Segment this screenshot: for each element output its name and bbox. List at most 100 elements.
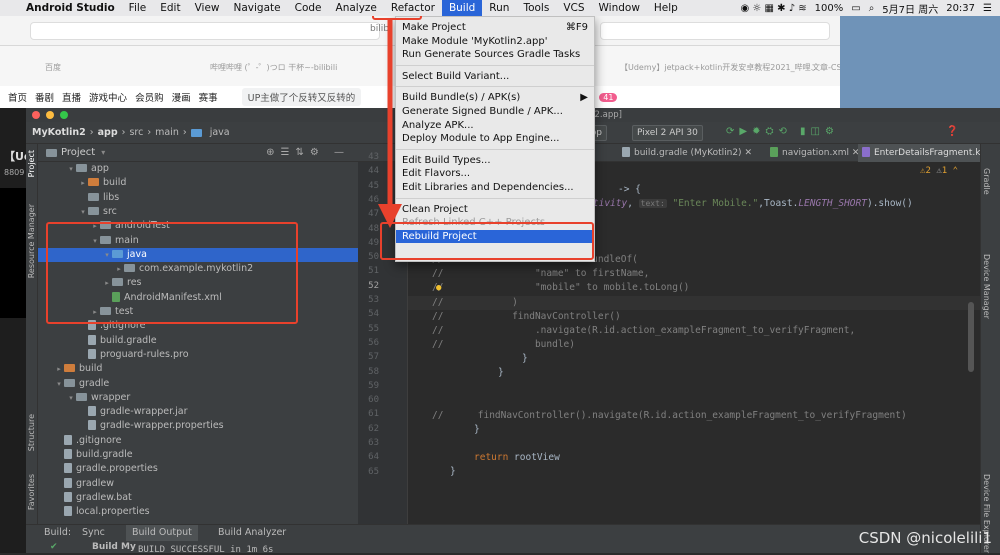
browser-address-bar-2[interactable] — [600, 22, 830, 40]
build-menu-item[interactable]: Clean Project — [396, 203, 594, 217]
nav-live[interactable]: 直播 — [62, 90, 81, 104]
control-center-icon[interactable]: ☰ — [983, 3, 992, 14]
breadcrumb-project[interactable]: MyKotlin2 — [32, 127, 86, 138]
menu-tools[interactable]: Tools — [516, 0, 556, 16]
tree-item[interactable]: build.gradle — [38, 448, 358, 462]
tree-item[interactable]: gradle-wrapper.properties — [38, 419, 358, 433]
line-number: 63 — [368, 438, 379, 448]
breadcrumb-app[interactable]: app — [98, 127, 118, 138]
nav-home[interactable]: 首页 — [8, 90, 27, 104]
nav-member[interactable]: 会员购 — [135, 90, 164, 104]
tree-item[interactable]: build.gradle — [38, 334, 358, 348]
nav-anime[interactable]: 番剧 — [35, 90, 54, 104]
chevron-down-icon[interactable]: ▾ — [101, 148, 105, 157]
build-menu-item[interactable]: Make Module 'MyKotlin2.app' — [396, 35, 594, 49]
tree-item[interactable]: local.properties — [38, 505, 358, 519]
lightbulb-icon[interactable]: ● — [436, 283, 441, 293]
pane-actions-icons[interactable]: ⊕☰⇅⚙ — — [266, 147, 350, 158]
tool-favorites[interactable]: Favorites — [27, 474, 36, 510]
tab-navigation-xml[interactable]: navigation.xml ✕ — [766, 144, 863, 162]
tool-project[interactable]: Project — [27, 150, 36, 177]
tree-item[interactable]: ▸build — [38, 362, 358, 376]
menu-navigate[interactable]: Navigate — [227, 0, 288, 16]
tool-structure[interactable]: Structure — [27, 414, 36, 451]
tab-build-analyzer[interactable]: Build Analyzer — [212, 525, 292, 541]
collapse-arrow-icon[interactable]: ▸ — [54, 362, 64, 376]
line-number: 58 — [368, 367, 379, 377]
editor-scrollbar[interactable] — [968, 302, 974, 372]
tree-item[interactable]: ▾gradle — [38, 377, 358, 391]
collapse-arrow-icon[interactable]: ▸ — [78, 176, 88, 190]
tree-item[interactable]: libs — [38, 191, 358, 205]
breadcrumb-main[interactable]: main — [155, 127, 179, 138]
build-menu-item[interactable]: Edit Libraries and Dependencies... — [396, 181, 594, 195]
build-menu-item[interactable]: Run Generate Sources Gradle Tasks — [396, 48, 594, 62]
tab-enterdetailsfragment[interactable]: EnterDetailsFragment.kt ✕ — [858, 144, 998, 162]
breadcrumb-java[interactable]: java — [210, 127, 230, 138]
minimize-window-button[interactable] — [46, 111, 54, 119]
build-menu-item[interactable]: Generate Signed Bundle / APK... — [396, 105, 594, 119]
xml-file-icon — [770, 147, 778, 157]
build-menu-item[interactable]: Edit Build Types... — [396, 154, 594, 168]
tree-item[interactable]: gradlew.bat — [38, 491, 358, 505]
menu-help[interactable]: Help — [647, 0, 685, 16]
menu-app-name[interactable]: Android Studio — [19, 0, 122, 16]
search-icon[interactable]: ⌕ — [869, 3, 875, 14]
menu-build[interactable]: Build — [442, 0, 482, 16]
breadcrumb-src[interactable]: src — [129, 127, 143, 138]
menu-view[interactable]: View — [188, 0, 227, 16]
browser-tab-udemy[interactable]: 【Udemy】jetpack+kotlin开发安卓教程2021_哔哩... — [620, 62, 818, 73]
build-menu-item[interactable]: Deploy Module to App Engine... — [396, 132, 594, 146]
tree-item[interactable]: proguard-rules.pro — [38, 348, 358, 362]
nav-comic[interactable]: 漫画 — [172, 90, 191, 104]
device-dropdown[interactable]: Pixel 2 API 30 — [632, 125, 703, 141]
build-menu-item[interactable]: Build Bundle(s) / APK(s)▶ — [396, 91, 594, 105]
menu-edit[interactable]: Edit — [153, 0, 187, 16]
tool-resource-manager[interactable]: Resource Manager — [27, 204, 36, 278]
expand-arrow-icon[interactable]: ▾ — [66, 162, 76, 176]
menu-item-label: Build Bundle(s) / APK(s) — [402, 92, 520, 103]
menu-window[interactable]: Window — [592, 0, 647, 16]
run-toolbar-icons[interactable]: ⟳▶✹⛭⟲ ▮◫⚙ — [726, 126, 839, 137]
expand-arrow-icon[interactable]: ▾ — [78, 205, 88, 219]
tab-build-gradle[interactable]: build.gradle (MyKotlin2) ✕ — [618, 144, 756, 162]
menu-vcs[interactable]: VCS — [556, 0, 591, 16]
close-window-button[interactable] — [32, 111, 40, 119]
build-menu-item[interactable]: Select Build Variant... — [396, 70, 594, 84]
tool-device-manager[interactable]: Device Manager — [982, 254, 991, 319]
expand-arrow-icon[interactable]: ▾ — [54, 377, 64, 391]
build-menu-item[interactable]: Make Project⌘F9 — [396, 21, 594, 35]
build-tree-node[interactable]: Build My — [92, 542, 136, 552]
tree-item[interactable]: gradlew — [38, 477, 358, 491]
menu-refactor[interactable]: Refactor — [384, 0, 442, 16]
tree-item[interactable]: ▾app — [38, 162, 358, 176]
menu-file[interactable]: File — [122, 0, 154, 16]
tab-sync[interactable]: Sync — [76, 525, 111, 541]
search-suggestion[interactable]: UP主做了个反转又反转的 — [242, 88, 362, 106]
browser-tab-bilibili[interactable]: 哔哩哔哩 (゜-゜)つロ 干杯~-bilibili — [210, 62, 337, 73]
inspection-widget[interactable]: ⚠2 ⚠1 ⌃ — [920, 166, 958, 176]
menu-analyze[interactable]: Analyze — [329, 0, 384, 16]
nav-events[interactable]: 赛事 — [199, 90, 218, 104]
tree-item-label: build.gradle — [100, 335, 157, 346]
menu-code[interactable]: Code — [288, 0, 329, 16]
browser-address-bar[interactable] — [30, 22, 380, 40]
tree-item[interactable]: ▾wrapper — [38, 391, 358, 405]
browser-tab-baidu[interactable]: 百度 — [45, 62, 61, 73]
build-menu-item[interactable]: Edit Flavors... — [396, 167, 594, 181]
tab-build-output[interactable]: Build Output — [126, 525, 198, 541]
build-menu-item[interactable]: Analyze APK... — [396, 119, 594, 133]
help-icon[interactable]: ❓ — [946, 126, 958, 137]
nav-games[interactable]: 游戏中心 — [89, 90, 127, 104]
menu-run[interactable]: Run — [482, 0, 516, 16]
line-number: 56 — [368, 338, 379, 348]
tree-item[interactable]: gradle.properties — [38, 462, 358, 476]
tree-item[interactable]: .gitignore — [38, 434, 358, 448]
project-view-dropdown[interactable]: Project — [61, 147, 95, 158]
zoom-window-button[interactable] — [60, 111, 68, 119]
tree-item[interactable]: gradle-wrapper.jar — [38, 405, 358, 419]
tool-gradle[interactable]: Gradle — [982, 168, 991, 195]
expand-arrow-icon[interactable]: ▾ — [66, 391, 76, 405]
tree-item[interactable]: ▸build — [38, 176, 358, 190]
tree-item[interactable]: ▾src — [38, 205, 358, 219]
